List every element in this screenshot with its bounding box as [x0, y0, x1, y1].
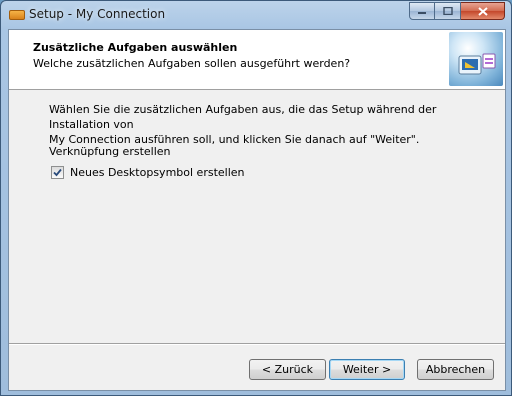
- wizard-client-area: Zusätzliche Aufgaben auswählen Welche zu…: [8, 29, 506, 391]
- computer-icon: [458, 53, 496, 75]
- desktop-icon-checkbox[interactable]: [51, 166, 64, 179]
- wizard-header: Zusätzliche Aufgaben auswählen Welche zu…: [9, 30, 505, 90]
- minimize-icon: [418, 12, 426, 14]
- back-button[interactable]: < Zurück: [249, 359, 326, 380]
- checkmark-icon: [53, 168, 62, 177]
- next-button[interactable]: Weiter >: [329, 359, 405, 380]
- close-button[interactable]: [461, 2, 505, 20]
- caption-buttons: [409, 2, 505, 20]
- page-subtitle: Welche zusätzlichen Aufgaben sollen ausg…: [33, 57, 351, 70]
- desktop-icon-checkbox-label: Neues Desktopsymbol erstellen: [70, 166, 245, 179]
- window-title: Setup - My Connection: [29, 7, 166, 21]
- description-line-1: Wählen Sie die zusätzlichen Aufgaben aus…: [49, 103, 437, 131]
- wizard-small-image: [449, 32, 503, 86]
- task-desktop-icon[interactable]: Neues Desktopsymbol erstellen: [51, 166, 245, 179]
- page-title: Zusätzliche Aufgaben auswählen: [33, 41, 238, 54]
- task-group-label: Verknüpfung erstellen: [49, 145, 171, 158]
- setup-app-icon: [9, 10, 25, 20]
- cancel-button[interactable]: Abbrechen: [417, 359, 494, 380]
- wizard-body: Wählen Sie die zusätzlichen Aufgaben aus…: [9, 90, 505, 344]
- setup-window: Setup - My Connection Zusätzliche Aufgab…: [0, 0, 512, 396]
- maximize-icon: [442, 7, 453, 15]
- minimize-button[interactable]: [409, 2, 435, 20]
- maximize-button[interactable]: [435, 2, 461, 20]
- title-bar[interactable]: Setup - My Connection: [1, 1, 511, 29]
- close-icon: [477, 6, 488, 16]
- description-text: Wählen Sie die zusätzlichen Aufgaben aus…: [49, 102, 479, 147]
- footer-separator: [9, 343, 505, 345]
